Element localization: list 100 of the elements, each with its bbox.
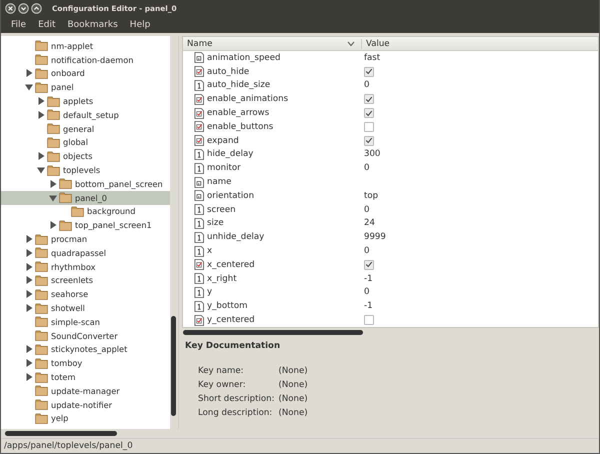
key-name[interactable]: hide_delay [207,149,254,160]
menu-item[interactable]: Edit [32,20,62,30]
close-icon[interactable] [5,3,16,14]
tree-item[interactable]: general [1,122,170,136]
tree-item[interactable]: SoundConverter [1,328,170,343]
expander-expanded-icon[interactable] [25,83,33,92]
scrollbar-thumb[interactable] [5,431,117,436]
key-name[interactable]: orientation [207,190,254,201]
column-header[interactable]: Value [361,38,390,48]
tree-item[interactable]: global [1,136,170,150]
key-name[interactable]: enable_animations [207,94,288,104]
tree-item[interactable]: update-manager [1,384,170,398]
key-value[interactable]: -1 [364,274,373,284]
key-value[interactable]: top [364,190,378,201]
sort-chevron-icon[interactable] [347,40,355,46]
expander-collapsed-icon[interactable] [25,290,33,298]
expander-expanded-icon[interactable] [37,166,45,174]
key-name[interactable]: monitor [207,163,241,174]
key-value[interactable]: 0 [364,246,370,256]
tree-item[interactable]: top_panel_screen1 [1,218,170,232]
key-name[interactable]: y [207,287,212,298]
tree-item[interactable]: toplevels [1,163,170,177]
checkbox[interactable] [364,260,374,270]
key-name[interactable]: auto_hide [207,66,250,77]
expander-collapsed-icon[interactable] [25,304,33,312]
key-name[interactable]: screen [207,204,236,215]
expander-collapsed-icon[interactable] [25,235,33,244]
minimize-icon[interactable] [18,3,29,14]
tree-item[interactable]: stickynotes_applet [1,342,170,356]
tree-item[interactable]: simple-scan [1,314,170,329]
tree-item[interactable]: objects [1,149,170,164]
key-name[interactable]: animation_speed [207,52,280,63]
scrollbar-thumb[interactable] [183,330,363,335]
expander-collapsed-icon[interactable] [25,262,33,271]
key-value[interactable]: fast [364,52,380,63]
tree-item[interactable]: tomboy [1,356,170,370]
expander-expanded-icon[interactable] [49,194,57,202]
menu-item[interactable]: Bookmarks [62,20,124,30]
key-value[interactable]: -1 [364,301,373,312]
expander-collapsed-icon[interactable] [25,69,33,78]
expander-collapsed-icon[interactable] [37,152,45,160]
key-name[interactable]: enable_arrows [207,108,270,118]
key-value[interactable]: 0 [364,204,370,215]
key-name[interactable]: x_right [207,274,237,284]
folder-icon [35,82,48,93]
key-value[interactable]: 0 [364,80,370,90]
tree-item[interactable]: onboard [1,66,170,80]
tree-item[interactable]: procman [1,232,170,246]
checkbox[interactable] [364,94,374,104]
key-name[interactable]: y_centered [207,315,255,326]
tree-item[interactable]: bottom_panel_screen [1,176,170,191]
key-name[interactable]: auto_hide_size [207,80,270,90]
expander-collapsed-icon[interactable] [37,97,45,106]
tree-item[interactable]: notification-daemon [1,52,170,67]
tree-item[interactable]: background [1,204,170,218]
key-value[interactable]: 0 [364,163,370,174]
tree-item[interactable]: panel_0 [1,190,170,205]
checkbox[interactable] [364,122,374,132]
key-name[interactable]: name [207,177,232,188]
column-header[interactable]: Name [183,38,347,48]
expander-collapsed-icon[interactable] [25,276,33,284]
tree-item[interactable]: rhythmbox [1,260,170,274]
tree-item[interactable]: quadrapassel [1,246,170,260]
tree-item[interactable]: shotwell [1,301,170,315]
expander-collapsed-icon[interactable] [25,359,33,368]
menu-item[interactable]: Help [124,20,156,30]
key-name[interactable]: y_bottom [207,301,248,312]
tree-item[interactable]: yelp [1,412,170,426]
expander-collapsed-icon[interactable] [49,180,57,188]
key-value[interactable]: 0 [364,287,370,298]
tree-item[interactable]: seahorse [1,287,170,302]
checkbox[interactable] [364,66,374,77]
scrollbar-thumb[interactable] [171,316,176,416]
tree-item[interactable]: totem [1,370,170,384]
tree-item[interactable]: update-notifier [1,398,170,412]
expander-collapsed-icon[interactable] [25,373,33,382]
key-name[interactable]: unhide_delay [207,232,264,242]
key-name[interactable]: expand [207,136,239,146]
key-name[interactable]: enable_buttons [207,122,274,132]
key-value[interactable]: 300 [364,149,380,160]
tree-item[interactable]: default_setup [1,108,170,122]
expander-collapsed-icon[interactable] [25,248,33,257]
key-name[interactable]: x [207,246,212,256]
key-value[interactable]: 9999 [364,232,386,242]
key-name[interactable]: size [207,218,224,228]
maximize-icon[interactable] [31,3,42,14]
key-name[interactable]: x_centered [207,260,255,270]
tree-item[interactable]: panel [1,80,170,94]
expander-collapsed-icon[interactable] [49,221,57,230]
tree-item[interactable]: applets [1,94,170,108]
menu-item[interactable]: File [5,20,32,30]
field-value: (None) [278,380,308,390]
tree-item[interactable]: nm-applet [1,39,170,53]
key-value[interactable]: 24 [364,218,375,228]
checkbox[interactable] [364,108,374,118]
checkbox[interactable] [364,315,374,326]
checkbox[interactable] [364,136,374,146]
expander-collapsed-icon[interactable] [25,345,33,354]
expander-collapsed-icon[interactable] [37,110,45,119]
tree-item[interactable]: screenlets [1,274,170,288]
